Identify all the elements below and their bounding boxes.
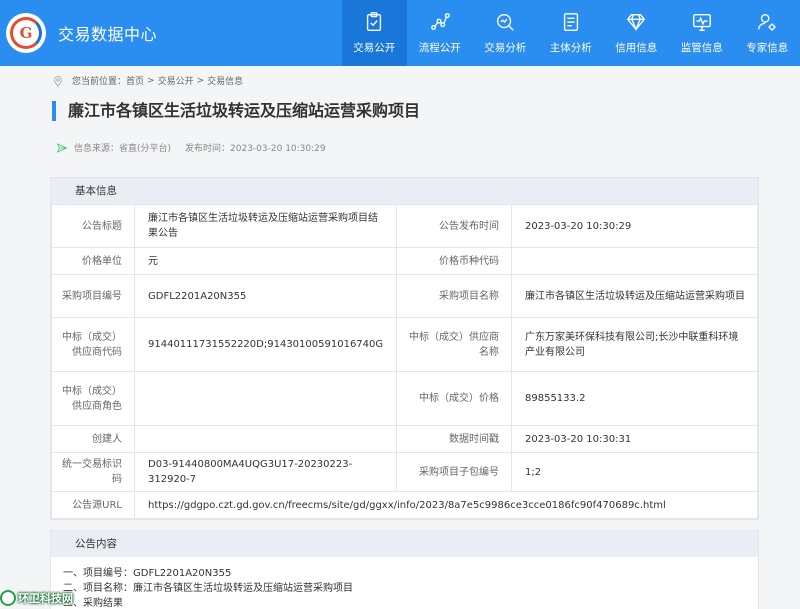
breadcrumb-transaction-public[interactable]: 交易公开 [158, 74, 194, 87]
clipboard-check-icon [363, 11, 385, 33]
nav-item-process-public[interactable]: 流程公开 [407, 0, 473, 66]
source-url-link[interactable]: https://gdgpo.czt.gd.gov.cn/freecms/site… [134, 491, 758, 519]
nav-label: 交易分析 [484, 42, 527, 54]
breadcrumb-transaction-info[interactable]: 交易信息 [207, 74, 243, 87]
field-value: 91440111731552220D;91430100591016740G [134, 317, 397, 372]
field-label: 统一交易标识码 [51, 452, 135, 492]
location-pin-icon [52, 75, 64, 87]
table-row: 创建人 数据时间戳 2023-03-20 10:30:31 [51, 425, 758, 453]
table-row: 统一交易标识码 D03-91440800MA4UQG3U17-20230223-… [51, 452, 758, 492]
content-line: 二、项目名称：廉江市各镇区生活垃圾转运及压缩站运营采购项目 [63, 583, 353, 594]
breadcrumb: 您当前位置： 首页 > 交易公开 > 交易信息 [52, 74, 243, 87]
field-value: D03-91440800MA4UQG3U17-20230223-312920-7 [134, 452, 397, 492]
field-value: 1;2 [511, 452, 758, 492]
diamond-icon [625, 11, 647, 33]
field-label: 创建人 [51, 425, 135, 453]
field-value: 2023-03-20 10:30:31 [511, 425, 758, 453]
nav-item-transaction-public[interactable]: 交易公开 [341, 0, 407, 66]
nav-label: 信用信息 [615, 42, 658, 54]
field-label: 公告发布时间 [396, 204, 512, 248]
field-label: 价格币种代码 [396, 247, 512, 275]
basic-info-table: 公告标题 廉江市各镇区生活垃圾转运及压缩站运营采购项目结果公告 公告发布时间 2… [51, 204, 758, 519]
table-row: 公告标题 廉江市各镇区生活垃圾转运及压缩站运营采购项目结果公告 公告发布时间 2… [51, 204, 758, 248]
main-nav: 交易公开 流程公开 交易分析 主体分析 信用信息 监管信息 专家信息 [341, 0, 800, 66]
field-value [134, 371, 397, 426]
info-source: 信息来源：省直(分平台) [74, 144, 172, 154]
field-value: 廉江市各镇区生活垃圾转运及压缩站运营采购项目 [511, 274, 758, 318]
notice-content-body: 一、项目编号：GDFL2201A20N355 二、项目名称：廉江市各镇区生活垃圾… [51, 557, 758, 609]
nav-item-supervision-info[interactable]: 监管信息 [669, 0, 735, 66]
notice-content-heading: 公告内容 [51, 531, 758, 557]
breadcrumb-prefix: 您当前位置： [72, 77, 127, 87]
field-label: 中标（成交）供应商名称 [396, 317, 512, 372]
field-label: 公告源URL [51, 491, 135, 519]
field-value: 89855133.2 [511, 371, 758, 426]
field-label: 公告标题 [51, 204, 135, 248]
breadcrumb-home[interactable]: 首页 [126, 74, 144, 87]
field-value [134, 425, 397, 453]
field-value: 广东万家美环保科技有限公司;长沙中联重科环境产业有限公司 [511, 317, 758, 372]
field-value: 2023-03-20 10:30:29 [511, 204, 758, 248]
table-row: 价格单位 元 价格币种代码 [51, 247, 758, 275]
nav-item-expert-info[interactable]: 专家信息 [735, 0, 800, 66]
content-line: 三、采购结果 [63, 598, 123, 609]
table-row: 公告源URL https://gdgpo.czt.gd.gov.cn/freec… [51, 491, 758, 519]
page-title: 廉江市各镇区生活垃圾转运及压缩站运营采购项目 [52, 101, 420, 121]
nav-label: 交易公开 [353, 42, 396, 54]
nav-item-entity-analysis[interactable]: 主体分析 [538, 0, 604, 66]
logo: G [6, 13, 46, 53]
table-row: 采购项目编号 GDFL2201A20N355 采购项目名称 廉江市各镇区生活垃圾… [51, 274, 758, 318]
monitor-pulse-icon [691, 11, 713, 33]
send-arrow-icon [56, 142, 68, 154]
flow-nodes-icon [429, 11, 451, 33]
field-label: 数据时间戳 [396, 425, 512, 453]
field-value: 廉江市各镇区生活垃圾转运及压缩站运营采购项目结果公告 [134, 204, 397, 248]
field-label: 采购项目编号 [51, 274, 135, 318]
breadcrumb-separator: > [196, 75, 205, 86]
magnifier-chart-icon [494, 11, 516, 33]
nav-item-transaction-analysis[interactable]: 交易分析 [473, 0, 539, 66]
nav-label: 流程公开 [418, 42, 461, 54]
watermark-logo-icon [0, 590, 16, 606]
site-title: 交易数据中心 [58, 25, 158, 44]
nav-item-credit-info[interactable]: 信用信息 [604, 0, 670, 66]
field-label: 中标（成交）供应商代码 [51, 317, 135, 372]
nav-label: 专家信息 [746, 42, 789, 54]
breadcrumb-separator: > [147, 75, 155, 86]
field-label: 价格单位 [51, 247, 135, 275]
field-value [511, 247, 758, 275]
field-label: 中标（成交）价格 [396, 371, 512, 426]
table-row: 中标（成交）供应商代码 91440111731552220D;914301005… [51, 317, 758, 372]
watermark: 环卫科技网 [0, 590, 73, 606]
document-list-icon [560, 11, 582, 33]
notice-content-card: 公告内容 一、项目编号：GDFL2201A20N355 二、项目名称：廉江市各镇… [50, 530, 759, 609]
publish-time: 发布时间：2023-03-20 10:30:29 [185, 144, 326, 154]
field-value: GDFL2201A20N355 [134, 274, 397, 318]
top-header: G 交易数据中心 交易公开 流程公开 交易分析 主体分析 信用信息 监管信息 专… [0, 0, 800, 66]
table-row: 中标（成交）供应商角色 中标（成交）价格 89855133.2 [51, 371, 758, 426]
watermark-text: 环卫科技网 [18, 592, 73, 605]
basic-info-heading: 基本信息 [51, 178, 758, 204]
field-label: 中标（成交）供应商角色 [51, 371, 135, 426]
content-line: 一、项目编号：GDFL2201A20N355 [63, 568, 232, 579]
user-gear-icon [756, 11, 778, 33]
nav-label: 监管信息 [680, 42, 723, 54]
field-value: 元 [134, 247, 397, 275]
brand[interactable]: G 交易数据中心 [0, 0, 342, 66]
nav-label: 主体分析 [549, 42, 592, 54]
field-label: 采购项目名称 [396, 274, 512, 318]
basic-info-card: 基本信息 公告标题 廉江市各镇区生活垃圾转运及压缩站运营采购项目结果公告 公告发… [50, 177, 759, 520]
logo-letter: G [19, 24, 33, 42]
field-label: 采购项目子包编号 [396, 452, 512, 492]
source-meta: 信息来源：省直(分平台) 发布时间：2023-03-20 10:30:29 [56, 141, 326, 154]
